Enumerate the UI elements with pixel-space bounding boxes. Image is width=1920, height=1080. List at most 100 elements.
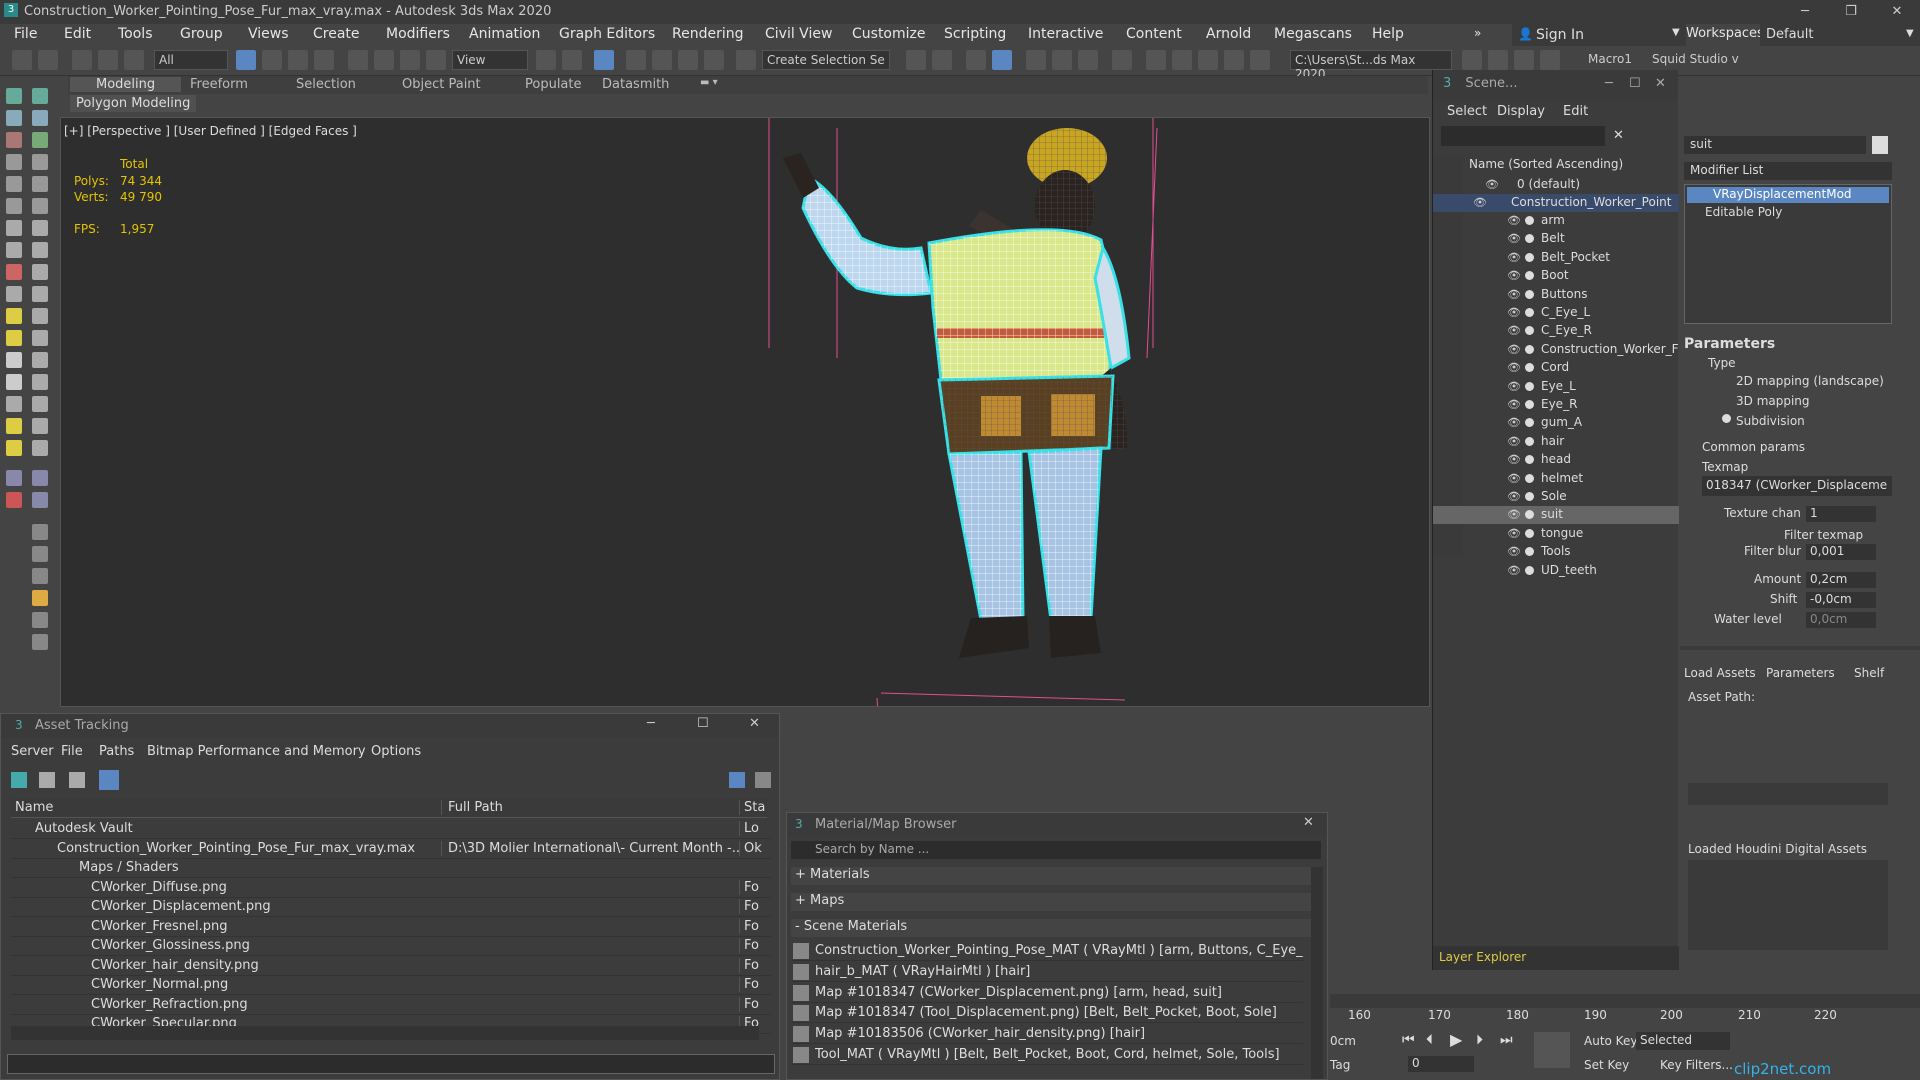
torus-icon[interactable] xyxy=(32,330,48,346)
key-filters-button[interactable]: Key Filters... xyxy=(1660,1058,1733,1072)
object-color-swatch[interactable] xyxy=(1872,136,1888,154)
menu-edit[interactable]: Edit xyxy=(64,26,91,42)
eye-icon[interactable]: 👁 xyxy=(1507,564,1521,577)
image-icon[interactable] xyxy=(32,546,48,562)
refresh-icon[interactable] xyxy=(11,772,27,788)
render-online-icon[interactable] xyxy=(1250,50,1270,70)
rotate-icon[interactable] xyxy=(374,50,394,70)
nurbs-icon[interactable] xyxy=(6,264,22,280)
geosphere-icon[interactable] xyxy=(32,396,48,412)
shift-spinner[interactable]: -0,0cm xyxy=(1806,592,1876,608)
previous-frame-icon[interactable]: ⏴ xyxy=(1426,1032,1433,1048)
eye-icon[interactable]: 👁 xyxy=(1507,232,1521,245)
tab-freeform[interactable]: Freeform xyxy=(190,77,248,92)
scene-menu-edit[interactable]: Edit xyxy=(1563,104,1588,119)
sign-in-dropdown[interactable]: 👤 Sign In ▼ xyxy=(1512,24,1686,46)
tube-icon[interactable] xyxy=(32,374,48,390)
asset-menu-options[interactable]: Options xyxy=(371,744,421,759)
scene-item[interactable]: 👁 gum_A xyxy=(1433,414,1679,432)
ribbon-options-icon[interactable]: ▬ ▾ xyxy=(700,77,718,88)
plane-icon[interactable] xyxy=(6,374,22,390)
loaded-hda-list[interactable] xyxy=(1688,860,1888,950)
toggle-scene-explorer-icon[interactable] xyxy=(966,50,986,70)
particles-icon[interactable] xyxy=(32,220,48,236)
align-icon[interactable] xyxy=(932,50,952,70)
material-row[interactable]: Construction_Worker_Pointing_Pose_MAT ( … xyxy=(791,941,1303,961)
eye-icon[interactable] xyxy=(32,418,48,434)
link-chain-icon[interactable] xyxy=(32,492,48,508)
layer-explorer-label[interactable]: Layer Explorer xyxy=(1433,946,1679,970)
minimize-button[interactable]: ─ xyxy=(1782,0,1828,24)
tab-datasmith[interactable]: Datasmith xyxy=(602,77,669,92)
scene-item[interactable]: 👁 Eye_L xyxy=(1433,378,1679,396)
menu-civil-view[interactable]: Civil View xyxy=(765,26,832,42)
go-to-end-icon[interactable]: ⏭ xyxy=(1500,1032,1513,1048)
asset-row[interactable]: CWorker_hair_density.png Fo xyxy=(11,957,771,976)
pivot-icon[interactable] xyxy=(536,50,556,70)
filter-blur-spinner[interactable]: 0,001 xyxy=(1806,544,1876,560)
scene-item[interactable]: 👁 Construction_Worker_F xyxy=(1433,341,1679,359)
material-row[interactable]: hair_b_MAT ( VRayHairMtl ) [hair] xyxy=(791,962,1303,982)
tab-shelf[interactable]: Shelf xyxy=(1854,666,1884,680)
scene-item[interactable]: 👁 helmet xyxy=(1433,470,1679,488)
menu-help[interactable]: Help xyxy=(1372,26,1404,42)
asset-status-field[interactable] xyxy=(7,1054,775,1074)
material-row[interactable]: Map #10183506 (CWorker_hair_density.png)… xyxy=(791,1024,1303,1045)
menu-megascans[interactable]: Megascans xyxy=(1274,26,1352,42)
menu-modifiers[interactable]: Modifiers xyxy=(386,26,450,42)
rendered-frame-icon[interactable] xyxy=(1172,50,1192,70)
maximize-icon[interactable]: ☐ xyxy=(1629,76,1641,91)
scene-item[interactable]: 👁 UD_teeth xyxy=(1433,562,1679,580)
tab-load-assets[interactable]: Load Assets xyxy=(1684,666,1756,680)
texmap-button[interactable]: 018347 (CWorker_Displaceme xyxy=(1702,476,1892,496)
cone-icon[interactable] xyxy=(32,352,48,368)
scene-item[interactable]: 👁 arm xyxy=(1433,212,1679,230)
maximize-icon[interactable]: ☐ xyxy=(697,716,709,731)
eye-icon[interactable]: 👁 xyxy=(1507,435,1521,448)
help-icon[interactable] xyxy=(32,440,48,456)
eye-icon[interactable]: 👁 xyxy=(1507,288,1521,301)
eye-icon[interactable]: 👁 xyxy=(1507,380,1521,393)
project-path-dropdown[interactable]: C:\Users\St...ds Max 2020 xyxy=(1290,50,1452,81)
vault-icon[interactable] xyxy=(729,772,745,788)
menu-scripting[interactable]: Scripting xyxy=(944,26,1006,42)
parameters-title[interactable]: Parameters xyxy=(1684,336,1775,352)
scene-item[interactable]: 👁 Belt_Pocket xyxy=(1433,249,1679,267)
eye-icon[interactable]: 👁 xyxy=(1507,251,1521,264)
pattern-icon[interactable] xyxy=(32,568,48,584)
toggle-layer-explorer-icon[interactable] xyxy=(992,50,1012,70)
filter-texmap-checkbox[interactable]: Filter texmap xyxy=(1784,528,1863,542)
asset-row[interactable]: CWorker_Refraction.png Fo xyxy=(11,996,771,1015)
menu-arnold[interactable]: Arnold xyxy=(1206,26,1251,42)
table-view-icon[interactable] xyxy=(99,770,119,790)
redo-icon[interactable] xyxy=(38,50,58,70)
material-row[interactable]: Map #1018347 (Tool_Displacement.png) [Be… xyxy=(791,1003,1303,1024)
spinner-snap-icon[interactable] xyxy=(704,50,724,70)
select-by-name-icon[interactable] xyxy=(262,50,282,70)
spacewarps-icon[interactable] xyxy=(32,176,48,192)
asset-horizontal-scrollbar[interactable] xyxy=(11,1026,759,1040)
box-icon[interactable] xyxy=(6,308,22,324)
scene-item[interactable]: 👁 Eye_R xyxy=(1433,396,1679,414)
scene-item[interactable]: 👁 C_Eye_R xyxy=(1433,322,1679,340)
motion-icon[interactable] xyxy=(32,110,48,126)
selection-filter-dropdown[interactable]: All xyxy=(154,50,228,70)
render-iterative-icon[interactable] xyxy=(1224,50,1244,70)
render-setup-icon[interactable] xyxy=(1146,50,1166,70)
eye-icon[interactable]: 👁 xyxy=(1507,398,1521,411)
eye-icon[interactable]: 👁 xyxy=(1507,453,1521,466)
thumbnail-view-icon[interactable] xyxy=(69,772,85,788)
scene-item[interactable]: 👁 Cord xyxy=(1433,359,1679,377)
eye-icon[interactable]: 👁 xyxy=(1507,508,1521,521)
asset-row[interactable]: Autodesk Vault Lo xyxy=(11,820,771,839)
undo-icon[interactable] xyxy=(12,50,32,70)
light-sphere-icon[interactable] xyxy=(6,440,22,456)
keyboard-shortcut-override-icon[interactable] xyxy=(594,50,614,70)
asset-menu-bitmap[interactable]: Bitmap Performance and Memory xyxy=(147,744,366,759)
texture-chan-spinner[interactable]: 1 xyxy=(1806,506,1876,522)
place-icon[interactable] xyxy=(426,50,446,70)
scene-item[interactable]: 👁 C_Eye_L xyxy=(1433,304,1679,322)
percent-snap-icon[interactable] xyxy=(678,50,698,70)
scene-item[interactable]: 👁 tongue xyxy=(1433,525,1679,543)
eye-icon[interactable]: 👁 xyxy=(1507,416,1521,429)
